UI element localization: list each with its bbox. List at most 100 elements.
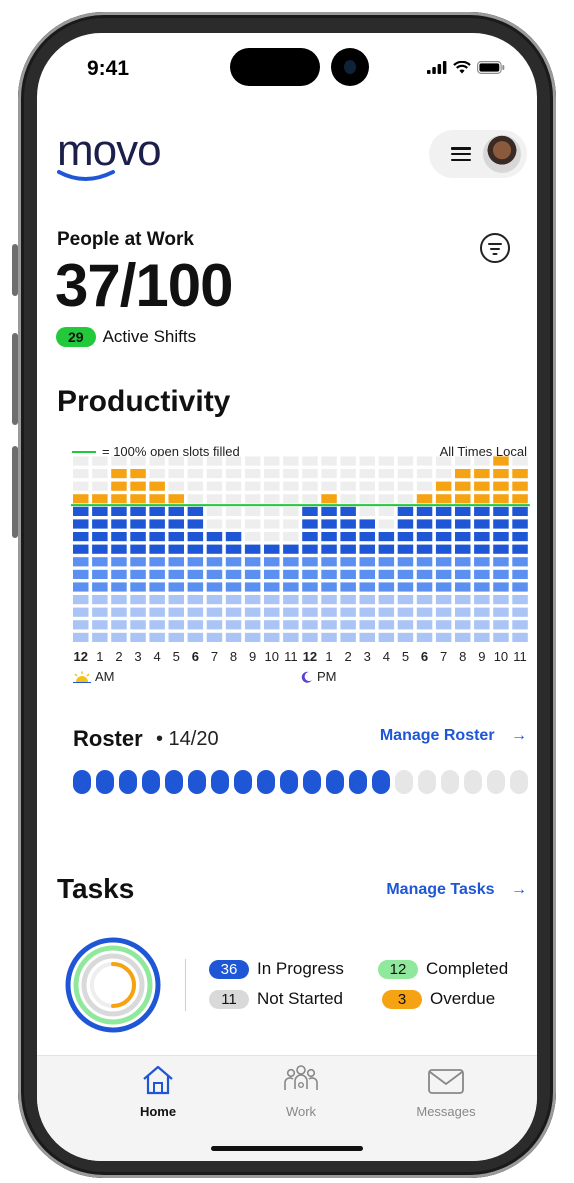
chart-cell — [416, 494, 433, 504]
chart-cell — [73, 469, 89, 479]
chart-cell — [340, 532, 356, 542]
sun-icon — [73, 671, 91, 683]
chart-cell — [397, 519, 414, 529]
roster-slot — [96, 770, 114, 794]
roster-slot — [211, 770, 229, 794]
chart-cell — [73, 481, 89, 491]
chart-cell — [378, 595, 395, 605]
arrow-right-icon[interactable]: → — [511, 881, 527, 898]
tab-home[interactable]: Home — [108, 1064, 208, 1119]
chart-cell — [397, 469, 414, 479]
chart-cell — [187, 469, 204, 479]
chart-tick-label: 2 — [345, 649, 352, 664]
chart-cell — [187, 582, 204, 592]
chart-cell — [206, 582, 223, 592]
chart-cell — [111, 469, 127, 479]
tab-messages[interactable]: Messages — [396, 1064, 496, 1119]
chart-cell — [283, 519, 299, 529]
chart-cell — [340, 494, 356, 504]
chart-cell — [264, 595, 280, 605]
roster-slot — [326, 770, 344, 794]
am-label: AM — [73, 669, 115, 684]
chart-cell — [474, 481, 490, 491]
people-icon[interactable] — [282, 1064, 320, 1096]
pm-text: PM — [317, 669, 337, 684]
overdue-badge: 3 — [382, 989, 422, 1009]
chart-cell — [493, 506, 509, 516]
chart-cell — [206, 519, 223, 529]
in-progress-badge: 36 — [209, 959, 249, 979]
chart-cell — [130, 557, 146, 567]
chart-cell — [225, 469, 242, 479]
chart-cell — [264, 456, 280, 466]
chart-tick-label: 11 — [513, 649, 527, 664]
chart-cell — [302, 582, 318, 592]
chart-cell — [244, 481, 261, 491]
chart-cell — [206, 620, 223, 630]
chart-cell — [283, 481, 299, 491]
chart-cell — [244, 607, 261, 617]
chart-tick-label: 12 — [303, 649, 317, 664]
chart-cell — [321, 607, 337, 617]
chart-cell — [321, 632, 337, 642]
chart-cell — [168, 506, 184, 516]
mail-icon[interactable] — [427, 1064, 465, 1096]
chart-cell — [340, 469, 356, 479]
chart-cell — [206, 607, 223, 617]
chart-cell — [416, 569, 433, 579]
manage-tasks-label[interactable]: Manage Tasks — [386, 881, 494, 898]
chart-cell — [340, 569, 356, 579]
overdue-label: Overdue — [430, 989, 496, 1008]
chart-cell — [340, 519, 356, 529]
chart-cell — [168, 620, 184, 630]
manage-tasks-link[interactable]: Manage Tasks → — [386, 881, 527, 899]
roster-slot — [510, 770, 528, 794]
chart-cell — [397, 607, 414, 617]
chart-cell — [225, 569, 242, 579]
chart-cell — [187, 506, 204, 516]
chart-cell — [130, 532, 146, 542]
chart-cell — [92, 595, 108, 605]
chart-cell — [92, 569, 108, 579]
chart-cell — [455, 557, 471, 567]
chart-cell — [168, 532, 184, 542]
chart-cell — [378, 569, 395, 579]
chart-cell — [340, 557, 356, 567]
chart-tick-label: 12 — [74, 649, 88, 664]
home-icon[interactable] — [140, 1064, 176, 1096]
chart-cell — [92, 519, 108, 529]
manage-roster-label[interactable]: Manage Roster — [380, 727, 495, 744]
chart-cell — [244, 569, 261, 579]
chart-cell — [321, 519, 337, 529]
chart-cell — [264, 582, 280, 592]
chart-cell — [73, 632, 89, 642]
roster-slot — [487, 770, 505, 794]
tab-home-label[interactable]: Home — [108, 1104, 208, 1119]
chart-cell — [397, 532, 414, 542]
roster-slot — [119, 770, 137, 794]
chart-cell — [340, 506, 356, 516]
task-stat-overdue: 3 Overdue — [382, 989, 495, 1009]
tab-work[interactable]: Work — [251, 1064, 351, 1119]
chart-cell — [187, 620, 204, 630]
roster-slot — [142, 770, 160, 794]
manage-roster-link[interactable]: Manage Roster → — [380, 727, 527, 745]
chart-cell — [206, 506, 223, 516]
chart-cell — [493, 532, 509, 542]
roster-slot — [188, 770, 206, 794]
chart-cell — [302, 532, 318, 542]
chart-cell — [302, 620, 318, 630]
chart-cell — [474, 532, 490, 542]
chart-cell — [378, 607, 395, 617]
tab-messages-label[interactable]: Messages — [396, 1104, 496, 1119]
chart-cell — [244, 456, 261, 466]
chart-cell — [493, 607, 509, 617]
chart-cell — [455, 494, 471, 504]
chart-cell — [206, 532, 223, 542]
chart-cell — [149, 595, 165, 605]
tab-work-label[interactable]: Work — [251, 1104, 351, 1119]
chart-cell — [493, 481, 509, 491]
chart-cell — [474, 595, 490, 605]
arrow-right-icon[interactable]: → — [511, 727, 527, 744]
chart-cell — [225, 544, 242, 554]
